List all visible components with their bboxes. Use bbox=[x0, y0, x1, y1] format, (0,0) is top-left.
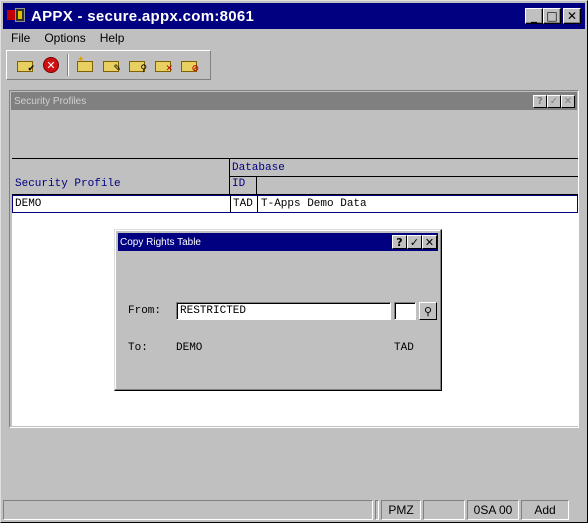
maximize-button[interactable]: □ bbox=[543, 8, 561, 24]
to-database-value: TAD bbox=[394, 342, 414, 354]
window-title: APPX - secure.appx.com:8061 bbox=[31, 7, 255, 25]
cancel-icon: ✕ bbox=[43, 57, 59, 73]
table-row[interactable]: DEMO TAD T-Apps Demo Data bbox=[12, 195, 578, 213]
close-button[interactable]: ✕ bbox=[563, 8, 581, 24]
dialog-help-button[interactable]: ? bbox=[392, 235, 407, 249]
panel-title: Security Profiles bbox=[14, 95, 87, 107]
from-database-input[interactable] bbox=[394, 302, 416, 320]
dialog-ok-button[interactable]: ✓ bbox=[407, 235, 422, 249]
to-profile-value: DEMO bbox=[176, 342, 203, 354]
menu-file[interactable]: File bbox=[3, 31, 36, 45]
binoculars-icon: ⚲ bbox=[423, 304, 433, 318]
lookup-button[interactable]: ⚲ bbox=[419, 302, 437, 320]
toolbar: ✔ ✕ ✦ ✎ ⚲ ✕ ⊘ bbox=[6, 50, 211, 80]
status-spacer bbox=[375, 500, 379, 520]
inquire-button[interactable]: ⚲ bbox=[127, 55, 147, 75]
panel-close-button[interactable]: ✕ bbox=[561, 94, 575, 108]
column-security-profile: Security Profile bbox=[15, 178, 121, 190]
change-button[interactable]: ✎ bbox=[101, 55, 121, 75]
cancel-button[interactable]: ✕ bbox=[41, 55, 61, 75]
table-header: Security Profile Database ID bbox=[12, 159, 578, 195]
status-message bbox=[3, 500, 373, 520]
menu-bar: File Options Help bbox=[3, 29, 130, 47]
to-label: To: bbox=[128, 342, 148, 354]
dialog-title: Copy Rights Table bbox=[120, 236, 201, 248]
toolbar-separator bbox=[67, 54, 69, 76]
panel-help-button[interactable]: ? bbox=[533, 94, 547, 108]
from-profile-input[interactable]: RESTRICTED bbox=[176, 302, 391, 320]
column-database-id: ID bbox=[232, 178, 246, 190]
menu-help[interactable]: Help bbox=[92, 31, 131, 45]
cancel-record-button[interactable]: ⊘ bbox=[179, 55, 199, 75]
add-button[interactable]: ✦ bbox=[75, 55, 95, 75]
menu-options[interactable]: Options bbox=[36, 31, 91, 45]
appx-logo-icon bbox=[7, 8, 27, 24]
panel-ok-button[interactable]: ✓ bbox=[547, 94, 561, 108]
dialog-title-bar[interactable]: Copy Rights Table ? ✓ ✕ bbox=[118, 233, 438, 251]
ok-button[interactable]: ✔ bbox=[15, 55, 35, 75]
dialog-close-button[interactable]: ✕ bbox=[422, 235, 437, 249]
status-blank bbox=[423, 500, 465, 520]
status-mode: Add bbox=[521, 500, 569, 520]
panel-title-bar: Security Profiles ? ✓ ✕ bbox=[11, 92, 577, 110]
minimize-button[interactable]: _ bbox=[525, 8, 543, 24]
copy-rights-dialog: Copy Rights Table ? ✓ ✕ From: RESTRICTED… bbox=[114, 229, 442, 391]
column-database: Database bbox=[232, 162, 285, 174]
status-code: 0SA 00 bbox=[467, 500, 519, 520]
from-label: From: bbox=[128, 305, 162, 317]
cell-profile: DEMO bbox=[15, 198, 42, 210]
delete-button[interactable]: ✕ bbox=[153, 55, 173, 75]
status-bar: PMZ 0SA 00 Add bbox=[3, 500, 585, 520]
status-process: PMZ bbox=[381, 500, 421, 520]
cell-db-id: TAD bbox=[233, 198, 253, 210]
app-window: APPX - secure.appx.com:8061 _ □ ✕ File O… bbox=[0, 0, 588, 523]
cell-db-name: T-Apps Demo Data bbox=[261, 198, 367, 210]
title-bar[interactable]: APPX - secure.appx.com:8061 _ □ ✕ bbox=[3, 3, 585, 29]
